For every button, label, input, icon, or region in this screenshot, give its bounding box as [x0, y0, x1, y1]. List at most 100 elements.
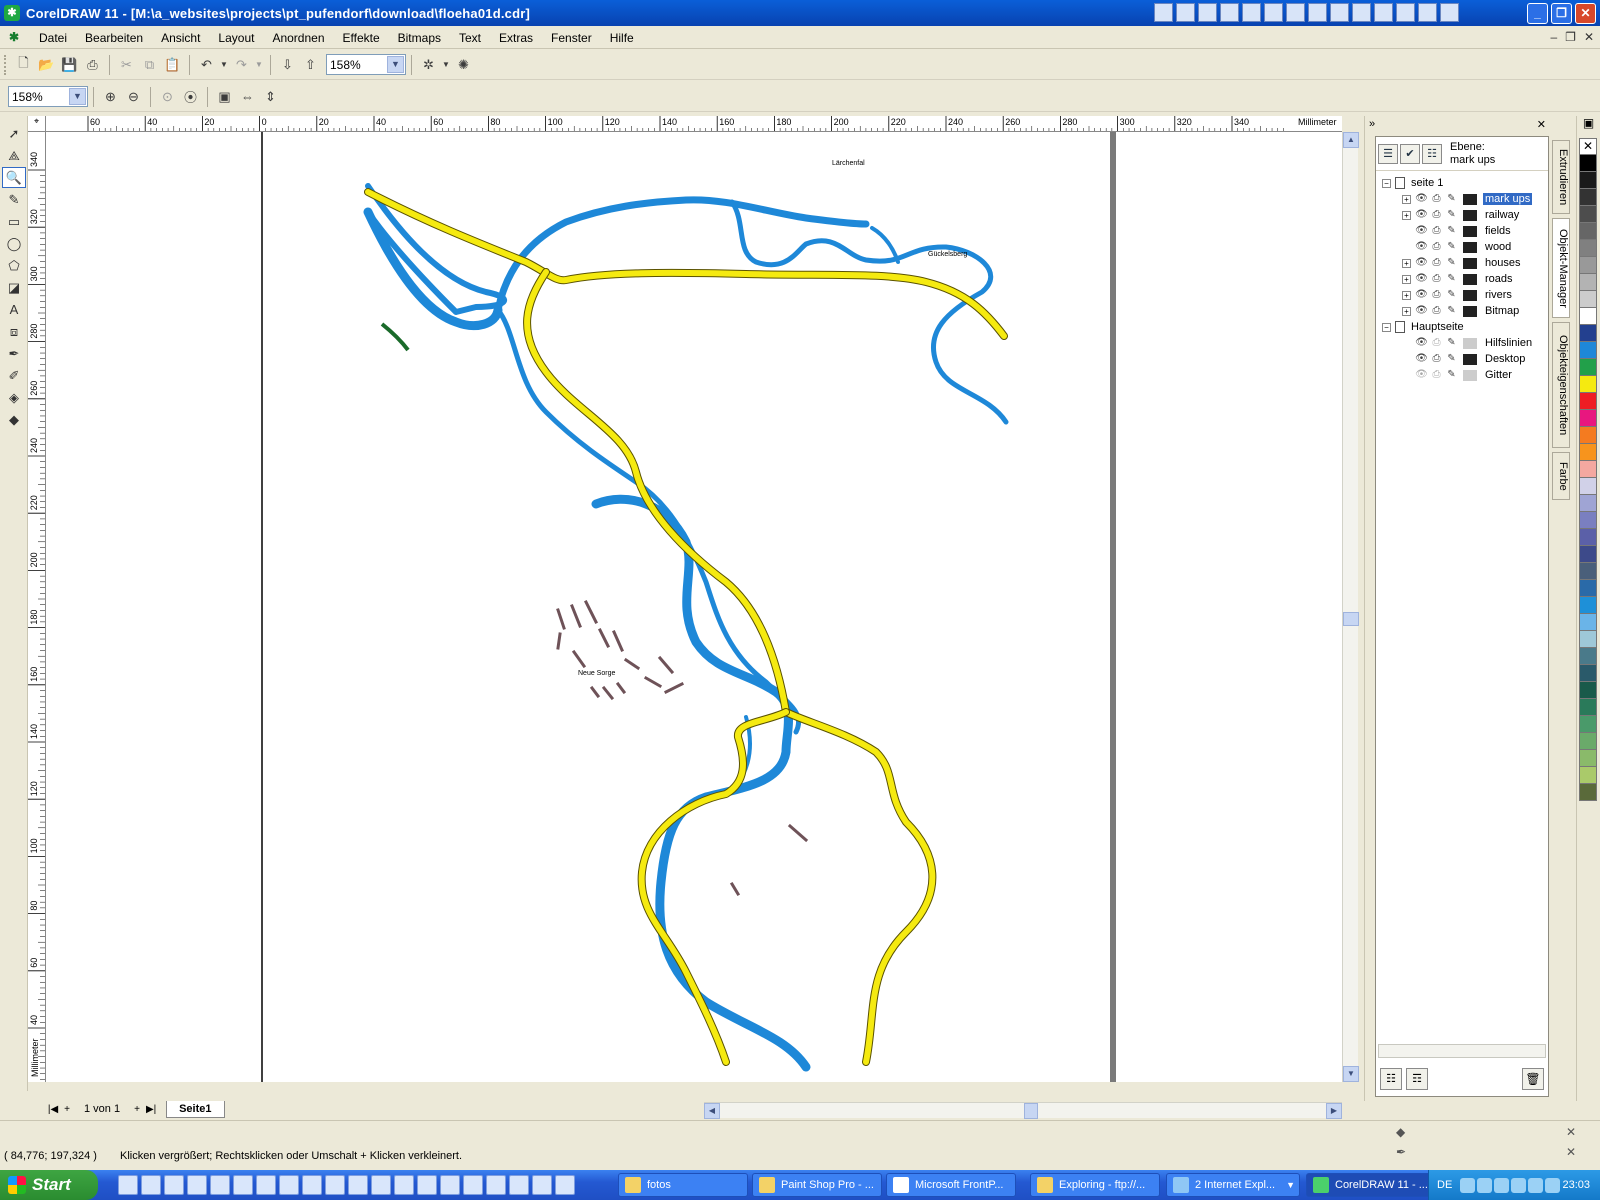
- task-paint-shop-pro[interactable]: Paint Shop Pro - ...: [752, 1173, 882, 1197]
- horizontal-ruler[interactable]: 60 40 20 0 20 40 60 80 100 120 140 160 180 200 220 240 2…: [46, 116, 1342, 132]
- color-swatch[interactable]: [1579, 342, 1597, 359]
- doc-minimize-button[interactable]: –: [1550, 30, 1557, 44]
- expand-icon[interactable]: +: [1402, 210, 1411, 220]
- program-icon[interactable]: [1418, 3, 1437, 22]
- layer-color-swatch[interactable]: [1463, 337, 1477, 349]
- maximize-button[interactable]: ❐: [1551, 3, 1572, 24]
- color-swatch[interactable]: [1579, 376, 1597, 393]
- eye-icon[interactable]: 👁: [1415, 289, 1428, 301]
- quick-launch-icon[interactable]: [279, 1175, 299, 1195]
- color-swatch[interactable]: [1579, 648, 1597, 665]
- program-icon[interactable]: [1264, 3, 1283, 22]
- task-fotos[interactable]: fotos: [618, 1173, 748, 1197]
- interactive-blend-tool-icon[interactable]: ⧈: [2, 321, 26, 342]
- layer-color-swatch[interactable]: [1463, 369, 1477, 381]
- tree-layer-roads[interactable]: + 👁 ⎙ ✎ roads: [1376, 271, 1548, 287]
- color-swatch[interactable]: [1579, 767, 1597, 784]
- quick-launch-icon[interactable]: [348, 1175, 368, 1195]
- quick-launch-icon[interactable]: [509, 1175, 529, 1195]
- printer-icon[interactable]: ⎙: [1430, 337, 1443, 349]
- delete-icon[interactable]: 🗑: [1522, 1068, 1544, 1090]
- tab-objekt-manager[interactable]: Objekt-Manager: [1552, 218, 1570, 318]
- menu-bearbeiten[interactable]: Bearbeiten: [76, 31, 152, 45]
- color-swatch[interactable]: [1579, 461, 1597, 478]
- zoom-level-combo[interactable]: 158% ▼: [326, 54, 406, 75]
- task-coreldraw[interactable]: CorelDRAW 11 - ...: [1306, 1173, 1436, 1197]
- zoom-page-height-icon[interactable]: ⇕: [260, 86, 281, 107]
- zoom-page-width-icon[interactable]: ⇔: [237, 86, 258, 107]
- quick-launch-icon[interactable]: [463, 1175, 483, 1195]
- tray-icon[interactable]: [1528, 1177, 1544, 1193]
- pencil-icon[interactable]: ✎: [1445, 193, 1458, 205]
- color-swatch[interactable]: [1579, 512, 1597, 529]
- color-swatch[interactable]: [1579, 733, 1597, 750]
- printer-icon[interactable]: ⎙: [1430, 241, 1443, 253]
- ellipse-tool-icon[interactable]: ◯: [2, 233, 26, 254]
- layer-color-swatch[interactable]: [1463, 193, 1477, 205]
- pencil-icon[interactable]: ✎: [1445, 353, 1458, 365]
- printer-icon[interactable]: ⎙: [1430, 225, 1443, 237]
- menu-bitmaps[interactable]: Bitmaps: [389, 31, 450, 45]
- vertical-scrollbar[interactable]: ▲ ▼: [1342, 132, 1359, 1082]
- tab-objekteigenschaften[interactable]: Objekteigenschaften: [1552, 322, 1570, 448]
- eyedropper-tool-icon[interactable]: ✒: [2, 343, 26, 364]
- layer-color-swatch[interactable]: [1463, 353, 1477, 365]
- shape-tool-icon[interactable]: ⟁: [2, 145, 26, 166]
- scroll-thumb[interactable]: [1343, 612, 1359, 626]
- freehand-tool-icon[interactable]: ✎: [2, 189, 26, 210]
- layer-manager-view-icon[interactable]: ☷: [1422, 143, 1442, 164]
- zoom-out-icon[interactable]: ⊖: [123, 86, 144, 107]
- horizontal-scrollbar[interactable]: ◀ ▶: [704, 1102, 1342, 1119]
- menu-extras[interactable]: Extras: [490, 31, 542, 45]
- color-swatch[interactable]: [1579, 495, 1597, 512]
- fill-icon[interactable]: ◆: [1396, 1125, 1405, 1139]
- eye-icon[interactable]: 👁: [1415, 241, 1428, 253]
- import-icon[interactable]: ⇩: [277, 54, 298, 75]
- program-icon[interactable]: [1286, 3, 1305, 22]
- menu-hilfe[interactable]: Hilfe: [601, 31, 643, 45]
- color-swatch[interactable]: [1579, 189, 1597, 206]
- program-icon[interactable]: [1176, 3, 1195, 22]
- zoom-in-icon[interactable]: ⊕: [100, 86, 121, 107]
- scroll-thumb[interactable]: [1024, 1103, 1038, 1119]
- color-swatch[interactable]: [1579, 716, 1597, 733]
- quick-launch-icon[interactable]: [141, 1175, 161, 1195]
- close-button[interactable]: ✕: [1575, 3, 1596, 24]
- program-icon[interactable]: [1396, 3, 1415, 22]
- rectangle-tool-icon[interactable]: ▭: [2, 211, 26, 232]
- basic-shapes-tool-icon[interactable]: ◪: [2, 277, 26, 298]
- eye-icon[interactable]: 👁: [1415, 225, 1428, 237]
- zoom-page-icon[interactable]: ▣: [214, 86, 235, 107]
- pick-tool-icon[interactable]: ➚: [2, 123, 26, 144]
- text-tool-icon[interactable]: A: [2, 299, 26, 320]
- quick-launch-icon[interactable]: [555, 1175, 575, 1195]
- pencil-icon[interactable]: ✎: [1445, 273, 1458, 285]
- new-document-icon[interactable]: 🗋: [13, 54, 34, 75]
- layer-color-swatch[interactable]: [1463, 289, 1477, 301]
- color-swatch[interactable]: [1579, 699, 1597, 716]
- color-swatch[interactable]: [1579, 206, 1597, 223]
- application-launcher-icon[interactable]: ✲: [418, 54, 439, 75]
- quick-launch-icon[interactable]: [440, 1175, 460, 1195]
- zoom-tool-icon[interactable]: 🔍: [2, 167, 26, 188]
- vertical-ruler[interactable]: 340 320 300 280 260 240 220 200 180 160 140 120 100 8…: [28, 132, 46, 1082]
- document-icon[interactable]: ✱: [6, 30, 22, 46]
- printer-icon[interactable]: ⎙: [1430, 289, 1443, 301]
- collapse-icon[interactable]: −: [1382, 178, 1391, 188]
- tree-layer-bitmap[interactable]: + 👁 ⎙ ✎ Bitmap: [1376, 303, 1548, 319]
- tray-icon[interactable]: [1545, 1177, 1561, 1193]
- print-icon[interactable]: ⎙: [82, 54, 103, 75]
- collapse-icon[interactable]: −: [1382, 322, 1391, 332]
- color-swatch[interactable]: [1579, 240, 1597, 257]
- quick-launch-icon[interactable]: [371, 1175, 391, 1195]
- redo-icon[interactable]: ↷: [231, 54, 252, 75]
- scroll-down-button[interactable]: ▼: [1343, 1066, 1359, 1082]
- redo-dropdown-icon[interactable]: ▼: [254, 54, 264, 75]
- program-icon[interactable]: [1440, 3, 1459, 22]
- docker-expand-icon[interactable]: »: [1369, 118, 1375, 130]
- ruler-origin[interactable]: ⌖: [28, 116, 46, 132]
- color-swatch[interactable]: [1579, 427, 1597, 444]
- docker-close-icon[interactable]: ✕: [1537, 118, 1546, 131]
- first-page-button[interactable]: |◀: [46, 1104, 60, 1115]
- program-icon[interactable]: [1352, 3, 1371, 22]
